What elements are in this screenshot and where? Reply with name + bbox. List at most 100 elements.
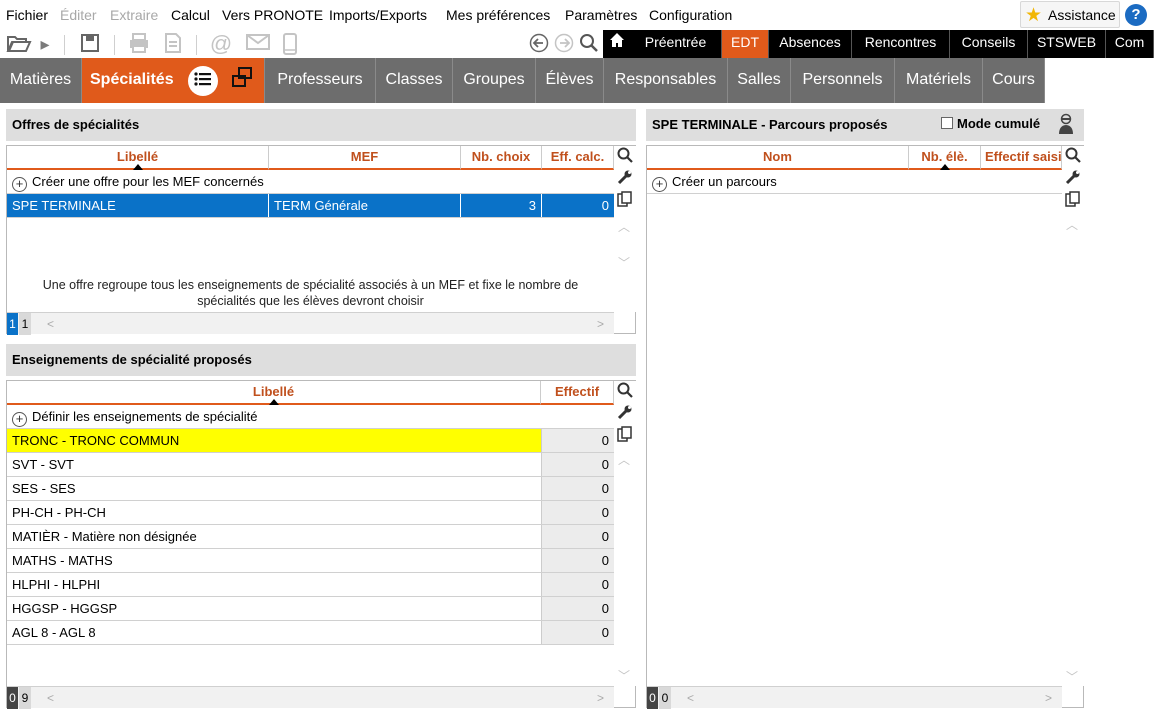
scroll-right-icon[interactable]: > <box>1045 691 1052 705</box>
enseignement-effectif: 0 <box>541 621 614 644</box>
copy-icon[interactable] <box>614 426 636 448</box>
table-row[interactable]: SES - SES 0 <box>7 477 614 501</box>
enseignement-libelle: HLPHI - HLPHI <box>12 577 101 592</box>
offres-grid: Libellé MEF Nb. choix Eff. calc. + Créer … <box>6 145 636 335</box>
table-row[interactable]: TRONC - TRONC COMMUN 0 <box>7 429 614 453</box>
save-icon[interactable] <box>78 33 102 55</box>
enseignements-grid: Libellé Effectif + Définir les enseigneme… <box>6 380 636 709</box>
plus-icon: + <box>652 177 667 192</box>
offres-panel-title: Offres de spécialités <box>6 109 636 141</box>
create-parcours-row[interactable]: + Créer un parcours <box>647 170 1062 194</box>
tab-preentree[interactable]: Préentrée <box>630 30 722 58</box>
menu-parametres[interactable]: Paramètres <box>565 7 637 23</box>
col-header-effectif-saisi[interactable]: Effectif saisi <box>981 146 1062 170</box>
scroll-up-icon[interactable]: ︿ <box>618 218 630 235</box>
subtab-eleves[interactable]: Élèves <box>536 58 604 103</box>
scroll-down-icon[interactable]: ﹀ <box>1066 668 1078 685</box>
create-offer-row[interactable]: + Créer une offre pour les MEF concernés <box>7 170 614 194</box>
scroll-right-icon[interactable]: > <box>597 317 604 331</box>
scroll-right-icon[interactable]: > <box>597 691 604 705</box>
table-row[interactable]: MATHS - MATHS 0 <box>7 549 614 573</box>
table-row[interactable]: HLPHI - HLPHI 0 <box>7 573 614 597</box>
menu-fichier[interactable]: Fichier <box>6 7 48 23</box>
col-header-mef[interactable]: MEF <box>269 146 461 170</box>
col-header-nom[interactable]: Nom <box>647 146 909 170</box>
table-row[interactable]: MATIÈR - Matière non désignée 0 <box>7 525 614 549</box>
table-row[interactable]: PH-CH - PH-CH 0 <box>7 501 614 525</box>
mobile-icon[interactable] <box>280 33 300 55</box>
subtab-cours[interactable]: Cours <box>983 58 1045 103</box>
menu-calcul[interactable]: Calcul <box>171 7 210 23</box>
menu-vers-pronote[interactable]: Vers PRONOTE <box>222 7 323 23</box>
subtab-groupes[interactable]: Groupes <box>453 58 536 103</box>
subtab-matieres[interactable]: Matières <box>0 58 82 103</box>
table-row[interactable]: HGGSP - HGGSP 0 <box>7 597 614 621</box>
wrench-icon[interactable] <box>1062 169 1084 191</box>
col-header-libelle[interactable]: Libellé <box>7 146 269 170</box>
menu-extraire[interactable]: Extraire <box>110 7 158 23</box>
parcours-grid: Nom Nb. élè. Effectif saisi + Créer un pa… <box>646 145 1084 709</box>
enseignement-libelle: MATHS - MATHS <box>12 553 113 568</box>
scroll-left-icon[interactable]: < <box>47 691 54 705</box>
scroll-left-icon[interactable]: < <box>687 691 694 705</box>
copy-icon[interactable] <box>614 191 636 213</box>
at-icon[interactable]: @ <box>208 33 234 55</box>
help-button[interactable]: ? <box>1125 4 1147 26</box>
copy-icon[interactable] <box>1062 191 1084 213</box>
scroll-down-icon[interactable]: ﹀ <box>618 667 630 684</box>
document-icon[interactable] <box>162 33 184 55</box>
tab-rencontres[interactable]: Rencontres <box>852 30 950 58</box>
menu-configuration[interactable]: Configuration <box>649 7 732 23</box>
tab-absences[interactable]: Absences <box>769 30 852 58</box>
subtab-salles[interactable]: Salles <box>728 58 791 103</box>
table-row[interactable]: SVT - SVT 0 <box>7 453 614 477</box>
wrench-icon[interactable] <box>614 169 636 191</box>
hierarchy-view-icon[interactable] <box>227 66 257 96</box>
tab-com[interactable]: Com <box>1106 30 1154 58</box>
tab-edt[interactable]: EDT <box>722 30 769 58</box>
home-tab[interactable] <box>603 30 630 58</box>
subtab-responsables[interactable]: Responsables <box>604 58 728 103</box>
wrench-icon[interactable] <box>614 404 636 426</box>
enseignement-libelle: SES - SES <box>12 481 76 496</box>
col-header-nb-eleves[interactable]: Nb. élè. <box>909 146 981 170</box>
enseignement-effectif: 0 <box>541 477 614 500</box>
enseignement-libelle: AGL 8 - AGL 8 <box>12 625 96 640</box>
col-header-nb-choix[interactable]: Nb. choix <box>461 146 542 170</box>
col-header-eff-calc[interactable]: Eff. calc. <box>542 146 614 170</box>
scroll-up-icon[interactable]: ︿ <box>1066 216 1078 233</box>
search-icon[interactable] <box>1062 147 1084 169</box>
folder-open-icon[interactable] <box>5 33 33 55</box>
scroll-down-icon[interactable]: ﹀ <box>618 254 630 271</box>
define-enseignements-row[interactable]: + Définir les enseignements de spécialité <box>7 405 614 429</box>
user-icon[interactable] <box>1058 113 1074 138</box>
scroll-left-icon[interactable]: < <box>47 317 54 331</box>
forward-icon[interactable] <box>553 33 575 55</box>
list-view-icon[interactable] <box>188 66 218 96</box>
col-header-libelle[interactable]: Libellé <box>7 381 541 405</box>
col-header-effectif[interactable]: Effectif <box>541 381 614 405</box>
subtab-classes[interactable]: Classes <box>376 58 453 103</box>
scroll-up-icon[interactable]: ︿ <box>618 451 630 468</box>
selected-count: 0 <box>7 687 18 709</box>
play-icon[interactable]: ▸ <box>37 33 53 55</box>
assistance-button[interactable]: ★ Assistance <box>1020 1 1120 28</box>
total-count: 9 <box>19 687 31 709</box>
subtab-personnels[interactable]: Personnels <box>791 58 895 103</box>
search-icon[interactable] <box>614 147 636 169</box>
mode-cumule-checkbox[interactable] <box>941 117 953 129</box>
table-row[interactable]: AGL 8 - AGL 8 0 <box>7 621 614 645</box>
subtab-materiels[interactable]: Matériels <box>895 58 983 103</box>
search-icon[interactable] <box>578 33 600 55</box>
menu-mes-preferences[interactable]: Mes préférences <box>446 7 550 23</box>
menu-imports-exports[interactable]: Imports/Exports <box>329 7 427 23</box>
subtab-professeurs[interactable]: Professeurs <box>265 58 376 103</box>
table-row[interactable]: SPE TERMINALE TERM Générale 3 0 <box>7 194 614 218</box>
print-icon[interactable] <box>126 33 152 55</box>
tab-conseils[interactable]: Conseils <box>950 30 1028 58</box>
menu-editer[interactable]: Éditer <box>60 7 97 23</box>
back-icon[interactable] <box>528 33 550 55</box>
mail-icon[interactable] <box>244 33 272 55</box>
search-icon[interactable] <box>614 382 636 404</box>
tab-stsweb[interactable]: STSWEB <box>1028 30 1106 58</box>
